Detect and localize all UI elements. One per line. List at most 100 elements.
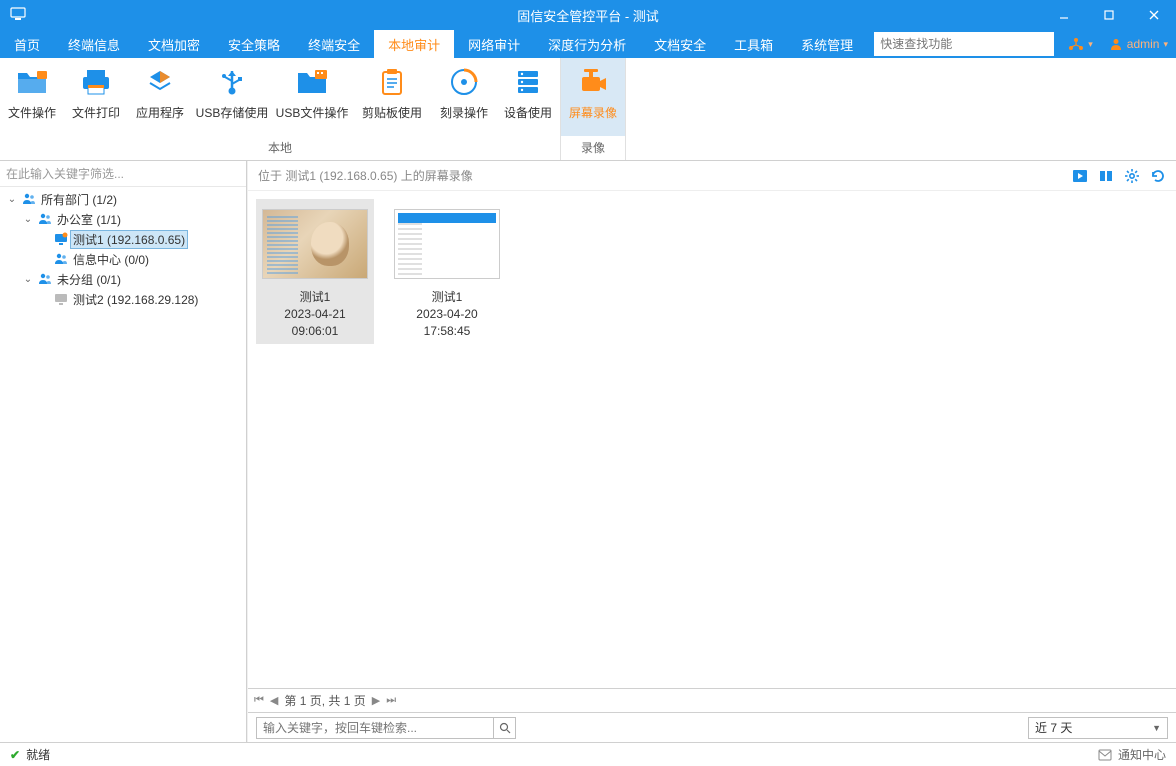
ribbon-item-label: 文件操作 xyxy=(8,104,56,121)
tree-node-0[interactable]: ⌄ 所有部门 (1/2) xyxy=(0,189,246,209)
people-icon xyxy=(36,272,54,286)
pager-last[interactable]: ⏭ xyxy=(386,694,396,707)
recording-thumbnail-1[interactable]: 测试12023-04-2017:58:45 xyxy=(388,199,506,344)
main-content: 位于 测试1 (192.168.0.65) 上的屏幕录像 测试12023-04-… xyxy=(247,161,1176,742)
list-icon[interactable] xyxy=(1098,168,1114,184)
ribbon-group-label: 录像 xyxy=(561,136,625,160)
ribbon-item-label: 文件打印 xyxy=(72,104,120,121)
ribbon-folder[interactable]: 文件操作 xyxy=(0,58,64,136)
tree-node-label: 测试2 (192.168.29.128) xyxy=(70,290,201,309)
ribbon-item-label: 刻录操作 xyxy=(440,104,488,121)
chevron-down-icon: ▼ xyxy=(1152,723,1161,733)
ribbon-disc[interactable]: 刻录操作 xyxy=(432,58,496,136)
filter-bar: 近 7 天 ▼ xyxy=(248,712,1176,742)
expander-icon[interactable]: ⌄ xyxy=(4,194,20,205)
usb-icon xyxy=(215,64,249,100)
date-range-select[interactable]: 近 7 天 ▼ xyxy=(1028,717,1168,739)
menu-item-3[interactable]: 安全策略 xyxy=(214,30,294,58)
usb-folder-icon xyxy=(295,64,329,100)
content-header: 位于 测试1 (192.168.0.65) 上的屏幕录像 xyxy=(248,161,1176,191)
tree-node-label: 信息中心 (0/0) xyxy=(70,250,152,269)
ribbon-usb[interactable]: USB存储使用 xyxy=(192,58,272,136)
window-title: 固信安全管控平台 - 测试 xyxy=(517,6,659,25)
keyword-search[interactable] xyxy=(256,717,516,739)
thumbnail-image xyxy=(394,209,500,279)
play-icon[interactable] xyxy=(1072,168,1088,184)
maximize-button[interactable] xyxy=(1086,0,1131,30)
people-icon xyxy=(52,252,70,266)
tree-node-1[interactable]: ⌄办公室 (1/1) xyxy=(0,209,246,229)
refresh-icon[interactable] xyxy=(1150,168,1166,184)
function-search[interactable] xyxy=(874,32,1054,56)
server-icon xyxy=(511,64,545,100)
content-header-label: 位于 测试1 (192.168.0.65) 上的屏幕录像 xyxy=(258,167,473,184)
settings-icon[interactable] xyxy=(1124,168,1140,184)
clipboard-icon xyxy=(375,64,409,100)
ribbon-item-label: USB存储使用 xyxy=(196,104,269,121)
ribbon-printer[interactable]: 文件打印 xyxy=(64,58,128,136)
menu-item-4[interactable]: 终端安全 xyxy=(294,30,374,58)
pager-first[interactable]: ⏮ xyxy=(254,694,264,707)
tree-filter[interactable]: 在此输入关键字筛选... xyxy=(0,161,246,187)
titlebar: 固信安全管控平台 - 测试 xyxy=(0,0,1176,30)
people-icon xyxy=(20,192,38,206)
menu-item-10[interactable]: 系统管理 xyxy=(787,30,867,58)
monitor-on-icon xyxy=(52,232,70,246)
tree-node-2[interactable]: 测试1 (192.168.0.65) xyxy=(0,229,246,249)
recording-thumbnail-0[interactable]: 测试12023-04-2109:06:01 xyxy=(256,199,374,344)
menu-item-8[interactable]: 文档安全 xyxy=(640,30,720,58)
menu-item-5[interactable]: 本地审计 xyxy=(374,30,454,58)
ribbon-item-label: 屏幕录像 xyxy=(569,104,617,121)
thumbnail-grid: 测试12023-04-2109:06:01 测试12023-04-2017:58:… xyxy=(248,191,1176,688)
tree-node-label: 所有部门 (1/2) xyxy=(38,190,120,209)
close-button[interactable] xyxy=(1131,0,1176,30)
check-icon: ✔ xyxy=(10,748,20,762)
department-tree: ⌄所有部门 (1/2)⌄办公室 (1/1)测试1 (192.168.0.65)信… xyxy=(0,187,246,742)
tree-node-3[interactable]: 信息中心 (0/0) xyxy=(0,249,246,269)
monitor-off-icon xyxy=(52,292,70,306)
pager-label: 第 1 页, 共 1 页 xyxy=(284,692,365,709)
notification-center[interactable]: 通知中心 xyxy=(1098,746,1166,763)
pager-prev[interactable]: ◀ xyxy=(270,694,278,707)
expander-icon[interactable]: ⌄ xyxy=(20,274,36,285)
window-controls xyxy=(1041,0,1176,30)
tree-node-5[interactable]: 测试2 (192.168.29.128) xyxy=(0,289,246,309)
ribbon-item-label: 设备使用 xyxy=(504,104,552,121)
disc-icon xyxy=(447,64,481,100)
network-icon[interactable]: ▾ xyxy=(1060,30,1101,58)
user-label: admin xyxy=(1127,37,1160,51)
function-search-input[interactable] xyxy=(880,37,1048,51)
minimize-button[interactable] xyxy=(1041,0,1086,30)
menu-item-1[interactable]: 终端信息 xyxy=(54,30,134,58)
keyword-input[interactable] xyxy=(257,721,493,735)
user-menu[interactable]: admin ▾ xyxy=(1101,30,1176,58)
ribbon-usb-folder[interactable]: USB文件操作 xyxy=(272,58,352,136)
sidebar: 在此输入关键字筛选... ⌄所有部门 (1/2)⌄办公室 (1/1)测试1 (1… xyxy=(0,161,247,742)
search-icon[interactable] xyxy=(493,718,515,738)
ribbon: 文件操作文件打印应用程序USB存储使用USB文件操作剪贴板使用刻录操作设备使用本… xyxy=(0,58,1176,161)
menu-item-2[interactable]: 文档加密 xyxy=(134,30,214,58)
menu-item-6[interactable]: 网络审计 xyxy=(454,30,534,58)
ribbon-apps[interactable]: 应用程序 xyxy=(128,58,192,136)
status-text: 就绪 xyxy=(26,746,50,763)
ribbon-server[interactable]: 设备使用 xyxy=(496,58,560,136)
tree-node-label: 测试1 (192.168.0.65) xyxy=(70,230,188,249)
thumbnail-meta: 测试12023-04-2109:06:01 xyxy=(260,289,370,340)
tree-node-4[interactable]: ⌄未分组 (0/1) xyxy=(0,269,246,289)
ribbon-camera[interactable]: 屏幕录像 xyxy=(561,58,625,136)
pager-next[interactable]: ▶ xyxy=(372,694,380,707)
menu-item-9[interactable]: 工具箱 xyxy=(720,30,787,58)
ribbon-item-label: USB文件操作 xyxy=(276,104,349,121)
expander-icon[interactable]: ⌄ xyxy=(20,214,36,225)
main-menu: 首页终端信息文档加密安全策略终端安全本地审计网络审计深度行为分析文档安全工具箱系… xyxy=(0,30,1176,58)
ribbon-clipboard[interactable]: 剪贴板使用 xyxy=(352,58,432,136)
menu-item-0[interactable]: 首页 xyxy=(0,30,54,58)
menu-item-7[interactable]: 深度行为分析 xyxy=(534,30,640,58)
printer-icon xyxy=(79,64,113,100)
thumbnail-image xyxy=(262,209,368,279)
thumbnail-meta: 测试12023-04-2017:58:45 xyxy=(392,289,502,340)
folder-icon xyxy=(15,64,49,100)
ribbon-item-label: 剪贴板使用 xyxy=(362,104,422,121)
apps-icon xyxy=(143,64,177,100)
date-range-value: 近 7 天 xyxy=(1035,719,1072,736)
